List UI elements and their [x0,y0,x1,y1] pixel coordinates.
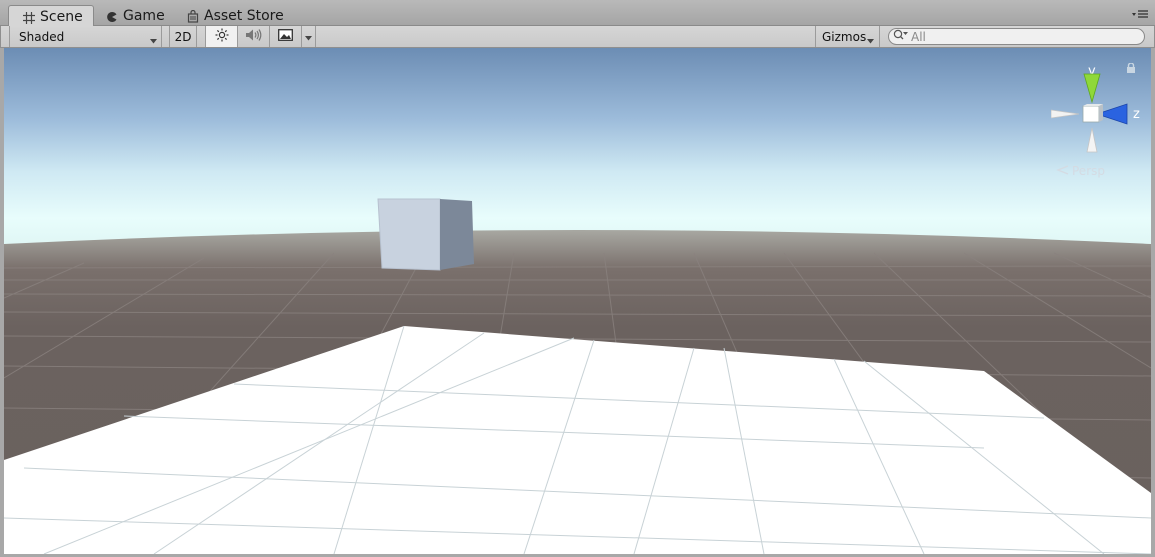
scene-lighting-toggle[interactable] [205,26,238,47]
projection-label: Persp [1072,164,1105,178]
2d-label: 2D [174,29,192,44]
sun-icon [215,28,229,45]
gizmos-dropdown[interactable]: Gizmos [815,26,880,47]
tab-bar: Scene Game Asset Store [0,0,1155,27]
search-input[interactable] [909,29,1131,44]
gizmo-center-cube[interactable] [1082,104,1103,123]
scene-audio-toggle[interactable] [238,26,270,47]
tab-label: Scene [40,9,83,25]
panel-menu-icon[interactable] [1131,9,1149,19]
image-icon [278,29,293,44]
sky [4,48,1151,248]
chevron-down-icon [867,33,874,47]
tab-game[interactable]: Game [92,5,175,26]
gizmos-label: Gizmos [822,29,867,44]
search-icon [893,29,909,44]
neg-x-axis-cone[interactable] [1051,109,1080,119]
draw-mode-label: Shaded [19,29,65,44]
bag-icon [185,9,200,24]
pacman-icon [104,9,119,24]
tab-scene[interactable]: Scene [8,5,94,27]
scene-viewport[interactable]: y z Persp [4,48,1151,554]
chevron-left-icon [1056,164,1070,178]
projection-toggle[interactable]: Persp [1056,164,1105,178]
speaker-icon [245,28,262,45]
effects-dropdown[interactable] [302,26,316,47]
z-axis-label: z [1133,107,1140,122]
scene-toolbar: Shaded 2D Gizmos [0,26,1155,48]
chevron-down-icon [150,33,157,47]
y-axis-cone[interactable] [1083,73,1101,104]
scene-render[interactable] [4,48,1151,554]
grid-icon [21,10,36,25]
cube[interactable] [377,198,474,271]
scene-search[interactable] [888,28,1145,45]
tab-asset-store[interactable]: Asset Store [173,5,294,26]
scene-effects-toggle[interactable] [270,26,302,47]
neg-y-axis-cone[interactable] [1086,127,1098,153]
tab-label: Game [123,8,165,24]
draw-mode-dropdown[interactable]: Shaded [9,26,162,47]
tab-label: Asset Store [204,8,284,24]
2d-mode-button[interactable]: 2D [169,26,197,47]
chevron-down-icon [305,30,312,44]
